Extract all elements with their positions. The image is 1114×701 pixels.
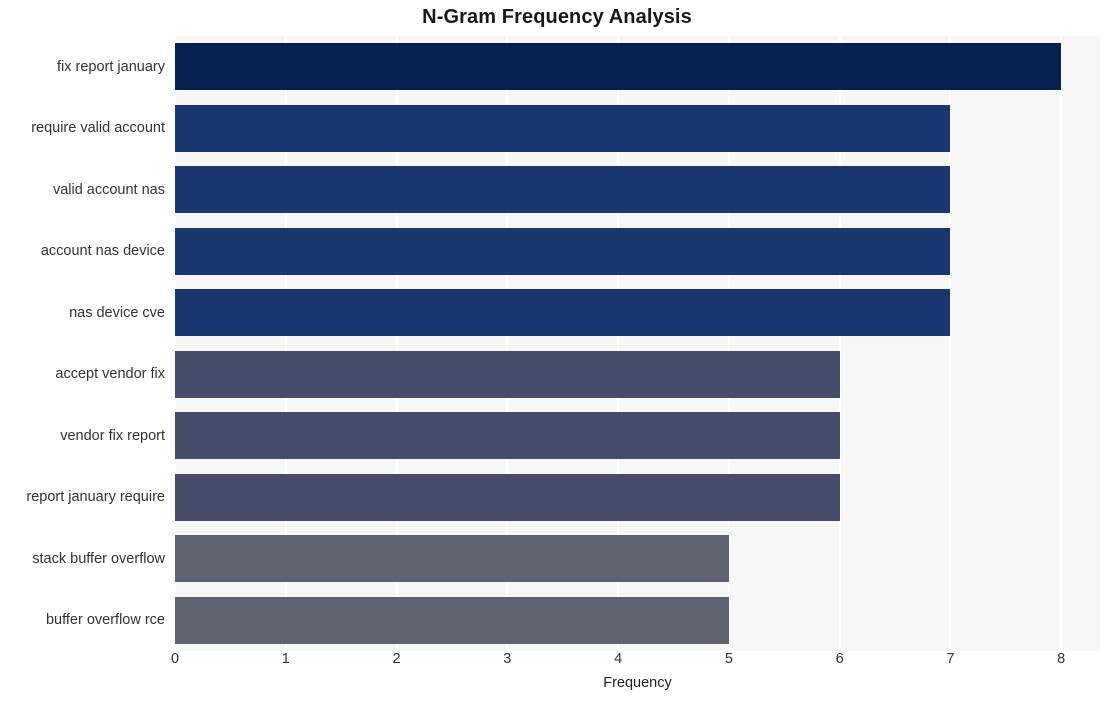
x-axis-ticks: 0 1 2 3 4 5 6 7 8 xyxy=(171,651,1100,677)
chart-figure: N-Gram Frequency Analysis fix report jan… xyxy=(0,0,1114,701)
y-axis-tick-label: accept vendor fix xyxy=(55,366,165,383)
x-axis-tick-label: 2 xyxy=(392,651,401,667)
x-axis-tick-label: 3 xyxy=(503,651,512,667)
bar[interactable] xyxy=(175,289,951,337)
x-axis-tick-label: 8 xyxy=(1057,651,1066,667)
x-axis-tick-label: 0 xyxy=(170,651,180,667)
bar[interactable] xyxy=(175,412,840,460)
y-axis-tick-label: require valid account xyxy=(31,120,165,137)
x-axis-tick-label: 5 xyxy=(724,651,733,667)
bars-layer xyxy=(175,36,1100,651)
bar[interactable] xyxy=(175,166,951,214)
bar-row[interactable] xyxy=(175,473,840,521)
bar[interactable] xyxy=(175,596,729,644)
y-axis-tick-label: buffer overflow rce xyxy=(45,612,165,629)
bar-row[interactable] xyxy=(175,350,840,398)
bar[interactable] xyxy=(175,104,951,152)
chart-title: N-Gram Frequency Analysis xyxy=(422,6,692,28)
y-axis-tick-label: account nas device xyxy=(40,243,165,260)
bar[interactable] xyxy=(175,227,951,275)
bar[interactable] xyxy=(175,473,840,521)
bar-row[interactable] xyxy=(175,289,951,337)
y-axis-labels: fix report january require valid account v… xyxy=(0,36,165,651)
y-axis-tick-label: vendor fix report xyxy=(60,427,165,444)
bar-row[interactable] xyxy=(175,412,840,460)
bar[interactable] xyxy=(175,535,729,583)
bar-row[interactable] xyxy=(175,43,1062,91)
y-axis-tick-label: report january require xyxy=(26,489,165,506)
x-axis-tick-label: 7 xyxy=(946,651,955,667)
x-axis-tick-label: 4 xyxy=(614,651,623,667)
bar-row[interactable] xyxy=(175,596,729,644)
y-axis-tick-label: stack buffer overflow xyxy=(32,550,165,567)
x-axis-title: Frequency xyxy=(603,675,672,691)
bar[interactable] xyxy=(175,350,840,398)
bar-row[interactable] xyxy=(175,535,729,583)
plot-area xyxy=(174,36,1100,651)
bar-row[interactable] xyxy=(175,166,951,214)
x-axis-tick-label: 1 xyxy=(281,651,290,667)
y-axis-tick-label: nas device cve xyxy=(69,304,165,321)
y-axis-tick-label: valid account nas xyxy=(52,181,165,198)
bar-row[interactable] xyxy=(175,104,951,152)
bar[interactable] xyxy=(175,43,1062,91)
y-axis-tick-label: fix report january xyxy=(57,58,165,75)
x-axis-tick-label: 6 xyxy=(835,651,844,667)
bar-row[interactable] xyxy=(175,227,951,275)
